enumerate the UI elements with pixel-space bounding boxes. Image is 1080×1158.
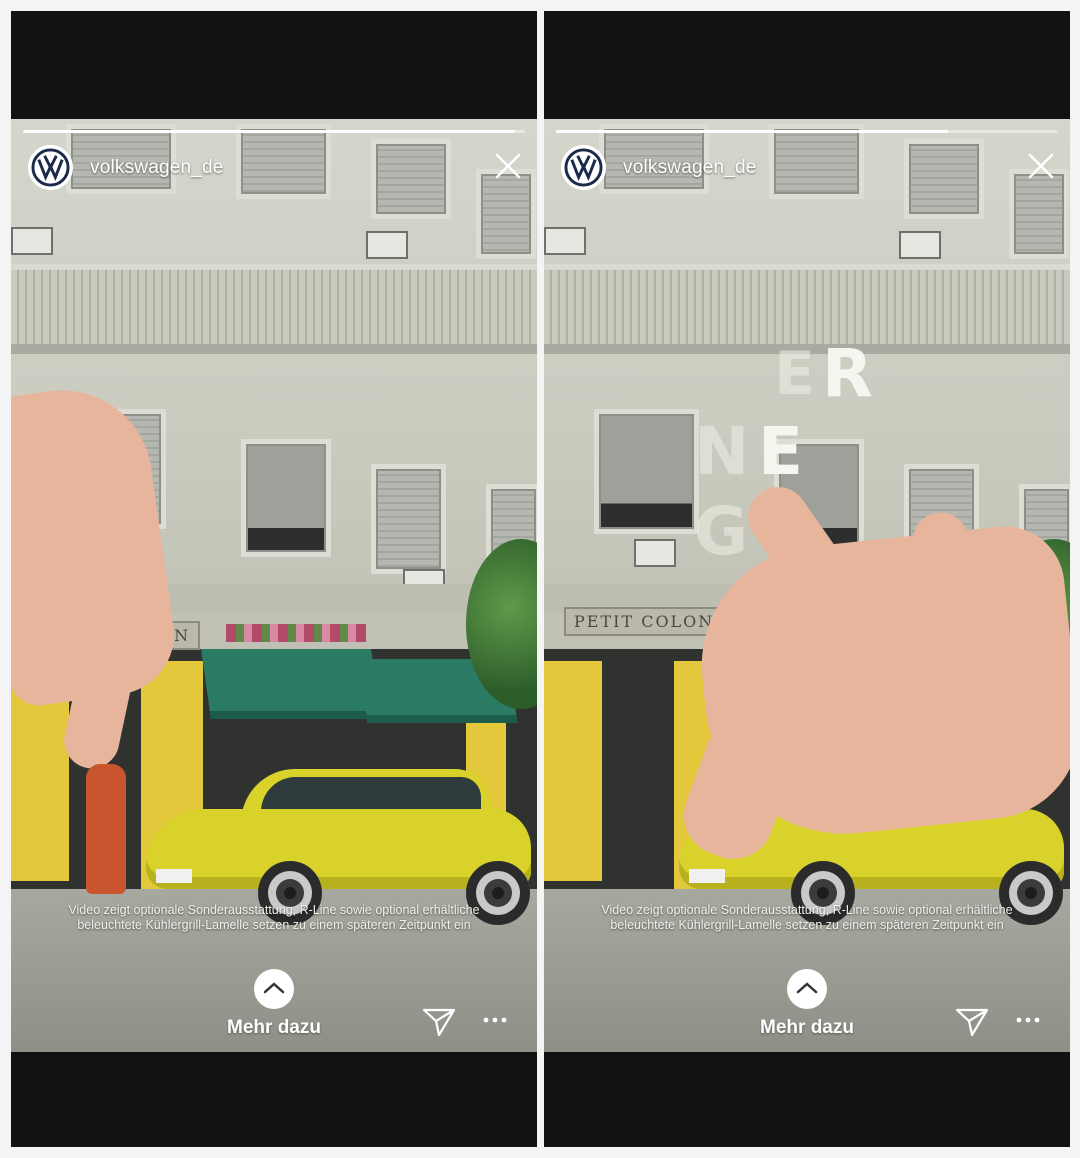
close-icon[interactable]: [493, 151, 523, 181]
disclaimer-caption: Video zeigt optionale Sonderausstattung,…: [68, 903, 480, 932]
mehr-dazu-link[interactable]: Mehr dazu: [191, 1017, 357, 1039]
bottom-letterbox: [11, 1052, 537, 1147]
overlay-letter: R: [822, 335, 873, 412]
overlay-letter: E: [758, 413, 804, 490]
story-progress-bar: [556, 130, 1058, 133]
close-icon[interactable]: [1026, 151, 1056, 181]
chevron-up-icon: [796, 982, 818, 994]
vw-logo-icon: [564, 148, 603, 187]
profile-avatar[interactable]: [561, 145, 606, 190]
username[interactable]: volkswagen_de: [90, 157, 224, 179]
story-progress-bar: [23, 130, 525, 133]
yellow-car: [146, 769, 536, 925]
storefront-sign: PETIT COLON: [564, 607, 725, 636]
overlay-letter: E: [774, 339, 815, 409]
overlay-letter: G: [694, 493, 749, 570]
swipe-up-button[interactable]: [254, 969, 294, 1009]
disclaimer-caption: Video zeigt optionale Sonderausstattung,…: [601, 903, 1013, 932]
vw-logo-icon: [31, 148, 70, 187]
bottom-letterbox: [544, 1052, 1070, 1147]
story-panel-left: ON volkswagen_de Video zeigt optionale S…: [11, 11, 537, 1147]
story-panel-right: PETIT COLON E R N E G volkswagen_de Vide…: [544, 11, 1070, 1147]
overlay-letter: N: [694, 413, 750, 490]
more-icon[interactable]: [483, 1015, 507, 1025]
username[interactable]: volkswagen_de: [623, 157, 757, 179]
chevron-up-icon: [263, 982, 285, 994]
profile-avatar[interactable]: [28, 145, 73, 190]
send-icon[interactable]: [954, 1006, 990, 1038]
send-icon[interactable]: [421, 1006, 457, 1038]
swipe-up-button[interactable]: [787, 969, 827, 1009]
tiny-person: [86, 764, 126, 894]
more-icon[interactable]: [1016, 1015, 1040, 1025]
mehr-dazu-link[interactable]: Mehr dazu: [724, 1017, 890, 1039]
